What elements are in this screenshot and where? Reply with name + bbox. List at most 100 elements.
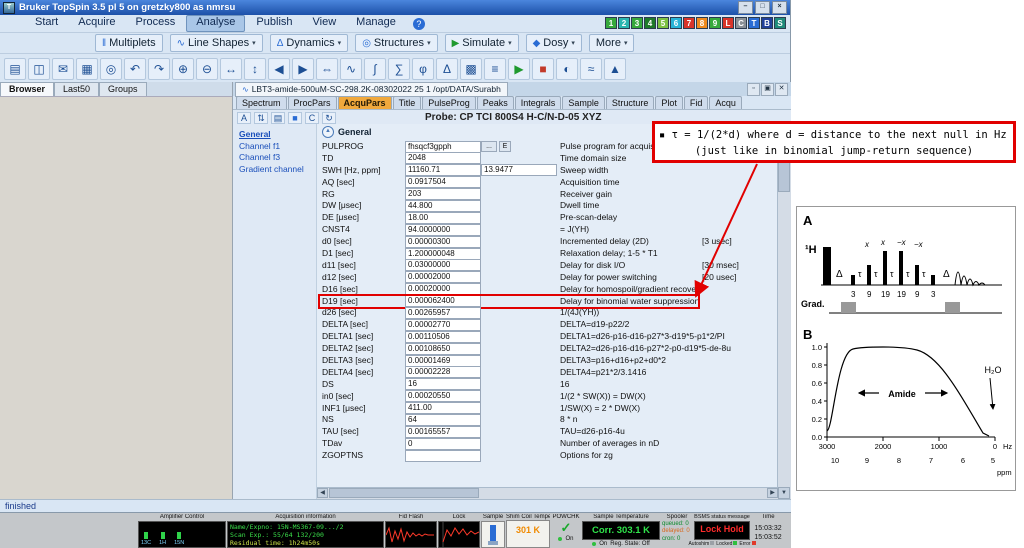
param-value-input[interactable]: 0.00001469 [405,354,481,367]
scroll-left-icon[interactable]: ◀ [268,58,290,80]
param-value-input[interactable]: 0.000062400 [405,295,481,308]
collapse-section-icon[interactable]: ▲ [322,126,334,138]
stop-icon[interactable]: ■ [532,58,554,80]
sidebar-item-channel-f1[interactable]: Channel f1 [239,141,316,153]
lock-display[interactable] [438,520,480,548]
maximize-icon[interactable]: □ [755,1,770,14]
browser-tab-groups[interactable]: Groups [99,82,147,96]
acquisition-info-display[interactable]: Name/Expno: 15N-MS367-09.../2 Scan Exp.:… [227,520,384,548]
workspace-button-9[interactable]: 9 [709,17,721,29]
param-value2-input[interactable]: 13.9477 [481,164,557,177]
dataset-minimize-icon[interactable]: ▫ [747,82,760,96]
full-view-icon[interactable]: ⇔ [316,58,338,80]
dataset-close-icon[interactable]: ✕ [775,82,788,96]
workspace-button-2[interactable]: 2 [618,17,630,29]
sample-display[interactable] [481,520,505,548]
param-value-input[interactable]: fhsqcf3gpph [405,140,481,153]
param-value-input[interactable]: 0.0917504 [405,176,481,189]
param-value-input[interactable]: 94.0000000 [405,223,481,236]
workspace-button-7[interactable]: 7 [683,17,695,29]
param-value-input[interactable]: 411.00 [405,402,481,415]
chevron-up-icon[interactable]: ▲ [604,58,626,80]
workspace-button-4[interactable]: 4 [644,17,656,29]
menu-view[interactable]: View [304,15,346,30]
sum-icon[interactable]: ∑ [388,58,410,80]
fid-icon[interactable]: ∿ [340,58,362,80]
email-icon[interactable]: ✉ [52,58,74,80]
menu-publish[interactable]: Publish [247,15,301,30]
param-value-input[interactable]: 16 [405,378,481,391]
expand-horizontal-icon[interactable]: ↔ [220,58,242,80]
phase-icon[interactable]: φ [412,58,434,80]
workspace-button-6[interactable]: 6 [670,17,682,29]
tab-pulseprog[interactable]: PulseProg [422,96,476,109]
hscrollbar-thumb[interactable] [329,488,479,498]
tab-acqu[interactable]: Acqu [709,96,742,109]
browser-tab-last50[interactable]: Last50 [54,82,100,96]
menu-manage[interactable]: Manage [347,15,405,30]
param-value-input[interactable]: 0 [405,437,481,450]
shim-coil-display[interactable]: 301 K [506,520,550,548]
dataset-maximize-icon[interactable]: ▣ [761,82,774,96]
analyse-tool-dynamics[interactable]: Δ Dynamics ▾ [269,34,349,52]
param-value-input[interactable]: 64 [405,413,481,426]
workspace-button-b[interactable]: B [761,17,773,29]
param-value-input[interactable]: 203 [405,188,481,201]
param-value-input[interactable]: 0.00000300 [405,235,481,248]
menu-process[interactable]: Process [127,15,185,30]
close-icon[interactable]: × [772,1,787,14]
zoom-out-icon[interactable]: ⊖ [196,58,218,80]
analyse-tool-structures[interactable]: ◎ Structures ▾ [355,34,438,52]
help-icon[interactable]: ? [412,17,425,30]
source-blue-icon[interactable]: ■ [288,111,302,124]
workspace-button-t[interactable]: T [748,17,760,29]
tab-fid[interactable]: Fid [683,96,709,109]
print-icon[interactable]: ▦ [76,58,98,80]
scroll-left-icon[interactable]: ◀ [317,488,328,498]
param-value-input[interactable]: 0.00002228 [405,366,481,379]
edit-pulseprogram-button[interactable]: E [499,140,511,152]
param-value-input[interactable]: 44.800 [405,199,481,212]
copy-icon[interactable]: C [305,111,319,124]
redo-icon[interactable]: ↷ [148,58,170,80]
sidebar-item-general[interactable]: General [239,129,316,141]
acquire-play-icon[interactable]: ▶ [508,58,530,80]
search-icon[interactable]: ◎ [100,58,122,80]
integral-icon[interactable]: ∫ [364,58,386,80]
sample-temperature-display[interactable]: Corr. 303.1 K [582,520,660,540]
sidebar-item-gradient-channel[interactable]: Gradient channel [239,164,316,176]
grid-icon[interactable]: ▩ [460,58,482,80]
amplifier-display[interactable]: 13C 1H 15N [138,520,226,548]
param-value-input[interactable]: 0.03000000 [405,259,481,272]
tab-acqupars[interactable]: AcquPars [337,96,392,109]
overlay-icon[interactable]: ≡ [484,58,506,80]
save-icon[interactable]: ◫ [28,58,50,80]
open-dataset-icon[interactable]: ▤ [4,58,26,80]
workspace-button-3[interactable]: 3 [631,17,643,29]
browser-tree-area[interactable] [0,96,232,499]
tab-procpars[interactable]: ProcPars [287,96,337,109]
menu-start[interactable]: Start [26,15,67,30]
param-value-input[interactable]: 0.00020000 [405,283,481,296]
analyse-tool-more[interactable]: More ▾ [588,34,635,52]
undo-icon[interactable]: ↶ [124,58,146,80]
scroll-right-icon[interactable]: ▶ [767,488,778,498]
analyse-tool-dosy[interactable]: ◆ Dosy ▾ [525,34,582,52]
horizontal-scrollbar[interactable]: ◀ ▶ [317,487,778,499]
sort-icon[interactable]: ⇅ [254,111,268,124]
browser-tab-browser[interactable]: Browser [0,82,55,96]
param-value-input[interactable]: 18.00 [405,211,481,224]
zoom-in-icon[interactable]: ⊕ [172,58,194,80]
workspace-button-8[interactable]: 8 [696,17,708,29]
columns-icon[interactable]: ▤ [271,111,285,124]
param-value-input[interactable]: 2048 [405,152,481,165]
workspace-button-c[interactable]: C [735,17,747,29]
menu-acquire[interactable]: Acquire [69,15,124,30]
bsms-display[interactable]: Lock Hold [694,520,750,540]
param-value-input[interactable]: 11160.71 [405,164,481,177]
browse-pulseprogram-button[interactable]: ... [481,140,497,152]
tab-sample[interactable]: Sample [562,96,605,109]
sidebar-item-channel-f3[interactable]: Channel f3 [239,152,316,164]
workspace-button-5[interactable]: 5 [657,17,669,29]
workspace-button-1[interactable]: 1 [605,17,617,29]
